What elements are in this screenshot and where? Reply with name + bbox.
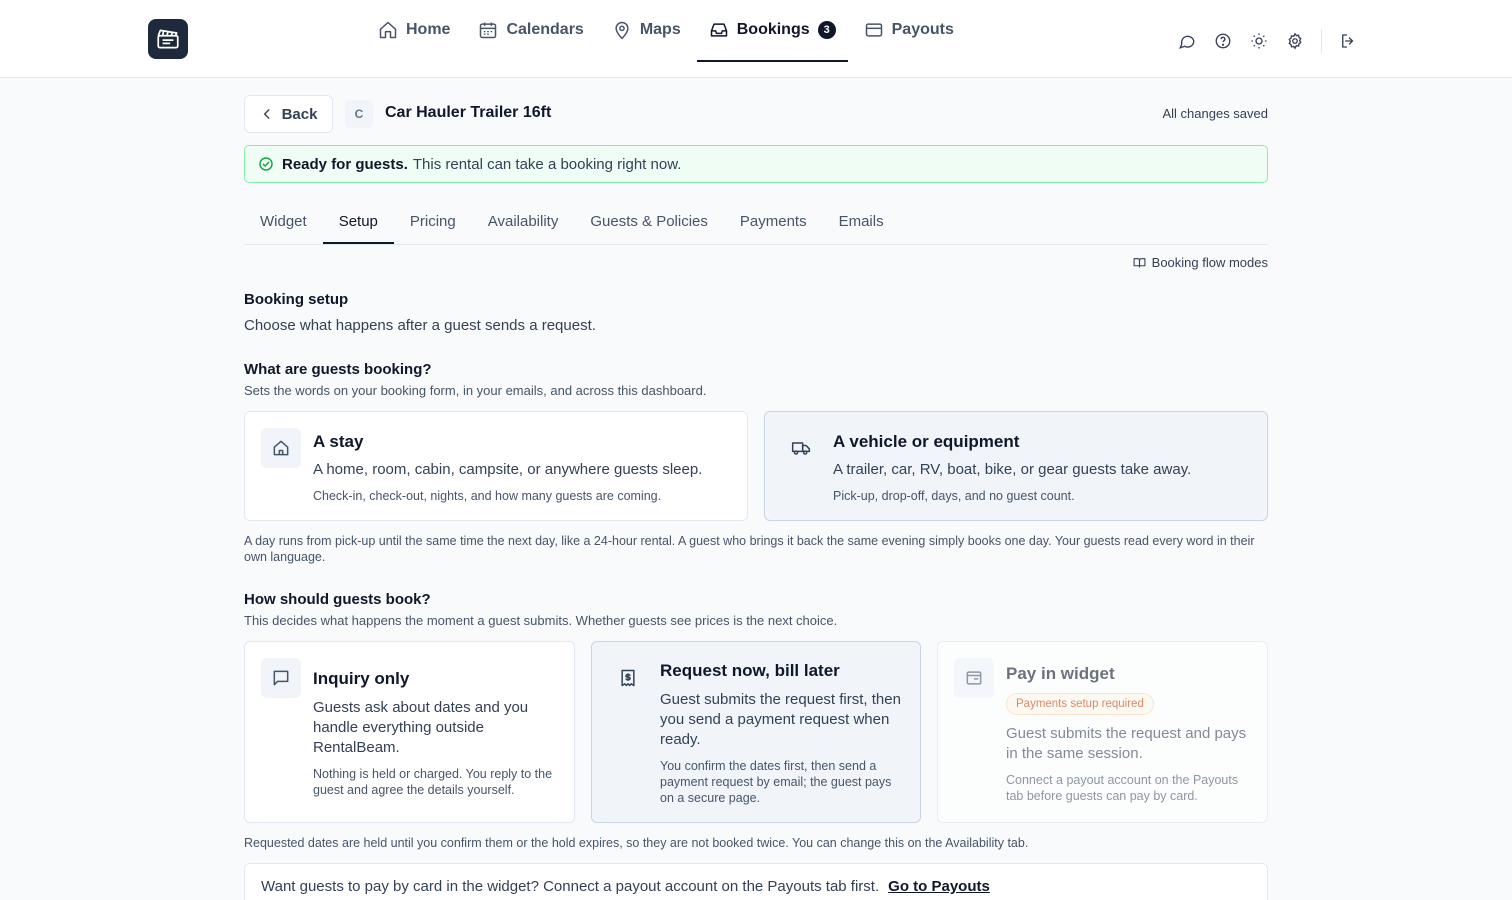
inbox-icon	[710, 23, 727, 37]
bookings-count-badge: 3	[817, 21, 836, 39]
rental-title: Car Hauler Trailer 16ft	[385, 104, 552, 121]
home-icon	[379, 21, 397, 39]
nav-bookings[interactable]: Bookings 3	[696, 0, 848, 62]
option-inquiry-note: Nothing is held or charged. You reply to…	[313, 767, 553, 797]
option-stay-desc: A home, room, cabin, campsite, or anywhe…	[313, 461, 703, 478]
header-actions	[1161, 29, 1358, 53]
what-booking-title: What are guests booking?	[244, 361, 432, 378]
tab-emails[interactable]: Emails	[823, 205, 900, 244]
payments-setup-required-badge: Payments setup required	[1006, 693, 1154, 715]
day-explainer-note: A day runs from pick-up until the same t…	[244, 534, 1255, 564]
ready-banner-title: Ready for guests.	[282, 155, 408, 173]
tab-pricing[interactable]: Pricing	[394, 205, 472, 244]
back-button[interactable]: Back	[244, 95, 333, 133]
hold-explainer-note: Requested dates are held until you confi…	[244, 836, 1029, 850]
booking-setup-title: Booking setup	[244, 291, 349, 308]
nav-home[interactable]: Home	[366, 0, 462, 62]
chevron-left-icon	[263, 109, 270, 119]
nav-payouts[interactable]: Payouts	[852, 0, 966, 62]
how-booking-subtitle: This decides what happens the moment a g…	[244, 613, 838, 628]
nav-calendars[interactable]: Calendars	[466, 0, 595, 62]
nav-calendars-label: Calendars	[506, 21, 584, 38]
option-pay-widget-title: Pay in widget	[1006, 664, 1115, 683]
rental-tabs: Widget Setup Pricing Availability Guests…	[244, 205, 1268, 245]
tab-guests-policies[interactable]: Guests & Policies	[574, 205, 724, 244]
check-circle-icon	[259, 157, 273, 171]
payout-prompt-text: Want guests to pay by card in the widget…	[261, 878, 880, 895]
option-vehicle-desc: A trailer, car, RV, boat, bike, or gear …	[833, 461, 1192, 478]
option-inquiry-card[interactable]: Inquiry only Guests ask about dates and …	[244, 641, 575, 823]
payout-prompt: Want guests to pay by card in the widget…	[244, 863, 1268, 900]
what-booking-subtitle: Sets the words on your booking form, in …	[244, 383, 707, 398]
option-vehicle-title: A vehicle or equipment	[833, 432, 1020, 451]
option-inquiry-desc: Guests ask about dates and you handle ev…	[313, 699, 529, 756]
back-button-label: Back	[281, 105, 318, 123]
clapperboard-logo[interactable]	[148, 19, 188, 59]
nav-maps[interactable]: Maps	[600, 0, 693, 62]
option-vehicle-note: Pick-up, drop-off, days, and no guest co…	[833, 489, 1075, 503]
calendar-icon	[480, 22, 497, 39]
truck-icon	[781, 428, 821, 468]
message-square-icon	[261, 658, 301, 698]
chat-icon[interactable]	[1177, 31, 1197, 51]
rental-header: Back C Car Hauler Trailer 16ft All chang…	[244, 95, 1268, 133]
sun-icon[interactable]	[1249, 31, 1269, 51]
booking-setup-subtitle: Choose what happens after a guest sends …	[244, 317, 596, 334]
option-stay-title: A stay	[313, 432, 364, 451]
booking-flow-modes-label: Booking flow modes	[1151, 255, 1268, 270]
nav-home-label: Home	[406, 21, 451, 38]
option-request-title: Request now, bill later	[660, 661, 840, 680]
header-divider	[1321, 29, 1322, 53]
ready-banner-text: This rental can take a booking right now…	[412, 155, 682, 173]
how-booking-title: How should guests book?	[244, 591, 431, 608]
booking-flow-modes-link[interactable]: Booking flow modes	[1133, 255, 1268, 270]
rental-avatar: C	[345, 100, 373, 128]
go-to-payouts-link[interactable]: Go to Payouts	[888, 878, 990, 895]
option-inquiry-title: Inquiry only	[313, 669, 410, 688]
credit-card-icon	[865, 23, 882, 37]
option-pay-widget-note: Connect a payout account on the Payouts …	[1006, 773, 1239, 803]
option-stay-card[interactable]: A stay A home, room, cabin, campsite, or…	[244, 411, 748, 521]
wallet-icon	[954, 658, 994, 698]
option-stay-note: Check-in, check-out, nights, and how man…	[313, 489, 662, 503]
book-open-icon	[1133, 258, 1146, 268]
settings-icon[interactable]	[1285, 31, 1305, 51]
tab-availability[interactable]: Availability	[472, 205, 575, 244]
nav-payouts-label: Payouts	[891, 21, 954, 38]
tab-payments[interactable]: Payments	[724, 205, 823, 244]
tab-setup[interactable]: Setup	[322, 205, 394, 244]
option-request-card[interactable]: Request now, bill later Guest submits th…	[591, 641, 921, 823]
logout-icon[interactable]	[1338, 31, 1358, 51]
main-nav: Home Calendars Maps Bookings 3 Payouts	[366, 0, 970, 78]
house-icon	[261, 428, 301, 468]
receipt-dollar-icon	[608, 658, 648, 698]
option-pay-widget-desc: Guest submits the request and pays in th…	[1006, 725, 1247, 762]
ready-banner: Ready for guests. This rental can take a…	[244, 145, 1268, 183]
nav-maps-label: Maps	[639, 21, 681, 38]
option-request-desc: Guest submits the request first, then yo…	[660, 691, 901, 748]
option-pay-widget-card: Pay in widget Payments setup required Gu…	[937, 641, 1268, 823]
tab-widget[interactable]: Widget	[244, 205, 323, 244]
nav-bookings-label: Bookings	[736, 21, 810, 38]
map-pin-icon	[615, 21, 629, 40]
option-request-note: You confirm the dates first, then send a…	[660, 759, 892, 805]
option-vehicle-card[interactable]: A vehicle or equipment A trailer, car, R…	[764, 411, 1268, 521]
top-navbar: Home Calendars Maps Bookings 3 Payouts	[0, 0, 1512, 78]
help-icon[interactable]	[1213, 31, 1233, 51]
save-status: All changes saved	[1162, 106, 1268, 121]
